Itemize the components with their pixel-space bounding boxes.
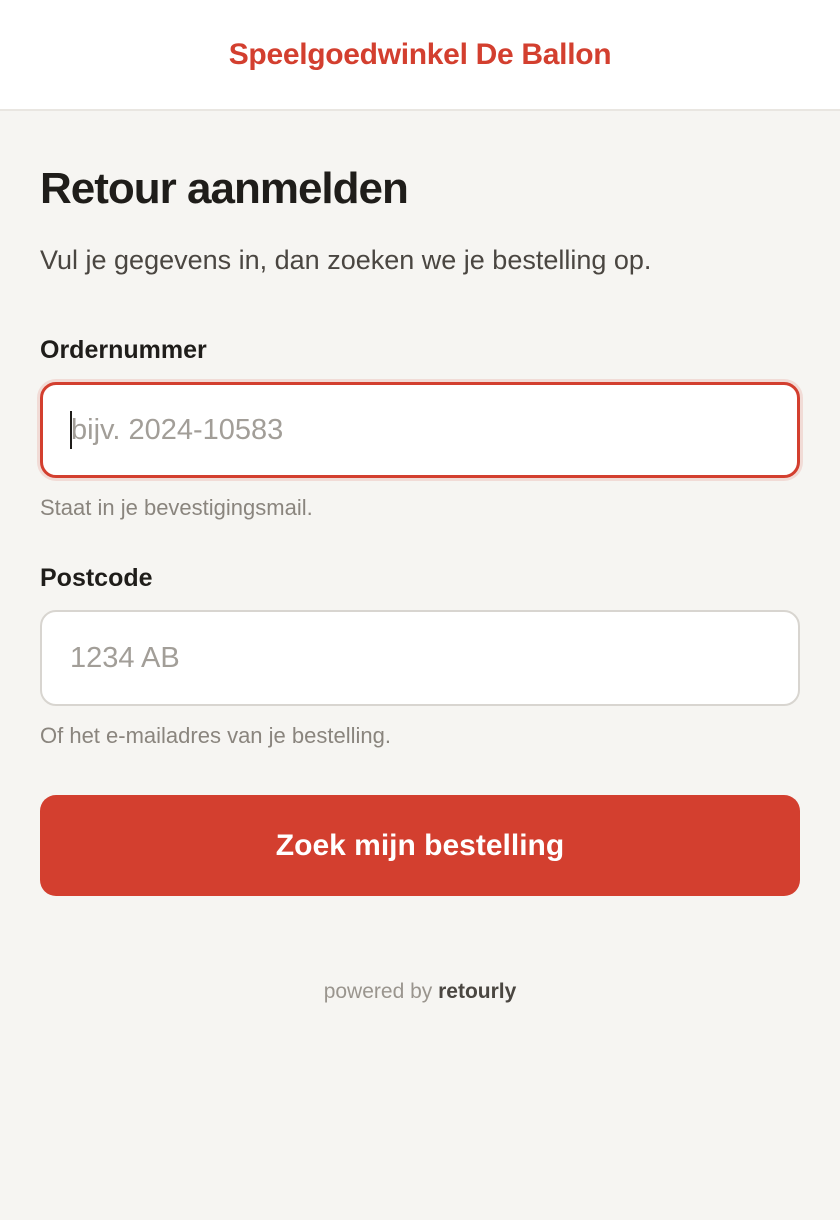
text-cursor: [70, 411, 72, 449]
page-title: Retour aanmelden: [40, 164, 409, 213]
page-subtitle: Vul je gegevens in, dan zoeken we je bes…: [40, 245, 652, 275]
powered-by-brand: retourly: [438, 980, 517, 1003]
powered-by-footer: powered by retourly: [40, 977, 800, 1007]
order-number-label: Ordernummer: [40, 336, 207, 364]
order-number-help: Staat in je bevestigingsmail.: [40, 495, 313, 520]
postcode-input[interactable]: [40, 610, 800, 706]
postcode-label: Postcode: [40, 564, 153, 592]
site-header: Speelgoedwinkel De Ballon: [0, 0, 840, 111]
powered-by-text: powered by: [323, 980, 433, 1003]
store-brand: Speelgoedwinkel De Ballon: [228, 37, 612, 71]
order-number-input[interactable]: [40, 382, 800, 478]
postcode-help: Of het e-mailadres van je bestelling.: [40, 723, 391, 748]
find-order-button[interactable]: Zoek mijn bestelling: [40, 795, 800, 896]
